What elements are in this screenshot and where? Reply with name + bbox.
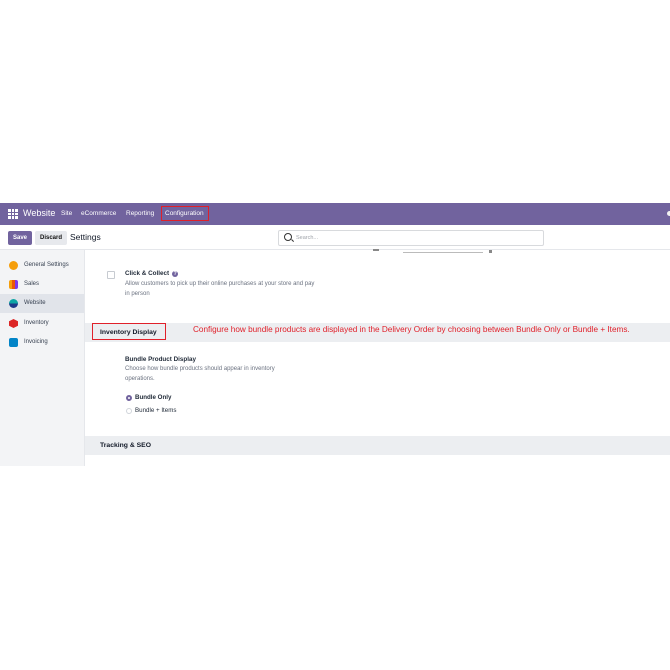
inventory-display-highlight [92,323,166,340]
click-collect-label: Click & Collect [125,270,170,277]
sidebar-item-label: Sales [24,281,40,287]
click-collect-checkbox[interactable] [107,271,115,279]
search-icon [284,233,292,241]
click-collect-title: Click & Collect? [125,270,179,277]
sales-icon [9,280,18,289]
section-title: Tracking & SEO [100,442,151,449]
search-input[interactable] [296,234,536,242]
app-brand[interactable]: Website [23,208,55,218]
help-icon[interactable]: ? [172,271,179,277]
sidebar-item-invoicing[interactable]: Invoicing [0,333,84,352]
discard-button[interactable]: Discard [35,231,67,245]
sidebar-item-label: General Settings [24,262,69,268]
sidebar-item-website[interactable]: Website [0,294,84,313]
radio-label-bundle-only: Bundle Only [135,394,172,401]
sidebar-item-label: Inventory [24,320,49,326]
menu-ecommerce[interactable]: eCommerce [81,210,116,217]
radio-label-bundle-items: Bundle + Items [135,407,177,414]
inventory-icon [9,319,18,328]
sidebar-item-label: Invoicing [24,339,48,345]
invoicing-icon [9,338,18,347]
top-navbar: Website Site eCommerce Reporting Configu… [0,203,670,225]
control-panel: Save Discard Settings [0,225,670,250]
bundle-display-description: Choose how bundle products should appear… [125,366,275,382]
save-button[interactable]: Save [8,231,32,245]
sidebar-item-inventory[interactable]: Inventory [0,314,84,333]
settings-content: Click & Collect? Allow customers to pick… [85,249,670,466]
sidebar-item-general-settings[interactable]: General Settings [0,256,84,275]
annotation-text: Configure how bundle products are displa… [193,325,630,334]
sidebar-item-sales[interactable]: Sales [0,275,84,294]
bundle-display-title: Bundle Product Display [125,356,197,363]
sidebar-item-label: Website [24,300,46,306]
search-bar[interactable] [278,230,544,246]
click-collect-description: Allow customers to pick up their online … [125,281,315,297]
radio-bundle-items[interactable] [126,408,132,414]
website-icon [9,299,18,308]
tracking-seo-section: Tracking & SEO [85,436,670,455]
cropped-field-fragment [343,249,493,255]
general-settings-icon [9,261,18,270]
apps-grid-icon[interactable] [8,209,18,219]
breadcrumb: Settings [70,232,101,242]
configuration-highlight [161,206,209,221]
menu-reporting[interactable]: Reporting [126,210,154,217]
radio-bundle-only[interactable] [126,395,132,401]
settings-sidebar: General Settings Sales Website Inventory… [0,250,85,466]
menu-site[interactable]: Site [61,210,72,217]
